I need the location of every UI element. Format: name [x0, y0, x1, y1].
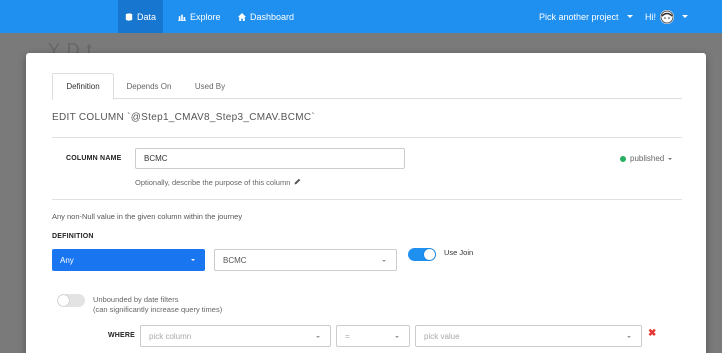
divider: [52, 137, 682, 138]
top-navbar: Data Explore Dashboard Pick another proj…: [0, 0, 722, 33]
where-value-select[interactable]: pick value: [415, 325, 642, 347]
column-name-input[interactable]: BCMC: [135, 148, 405, 169]
project-picker[interactable]: Pick another project: [532, 0, 640, 33]
where-label: WHERE: [108, 332, 136, 339]
nav-dashboard[interactable]: Dashboard: [231, 0, 301, 33]
status-dropdown[interactable]: published: [620, 154, 673, 163]
aggregate-select[interactable]: Any: [52, 249, 205, 271]
definition-column-value: BCMC: [223, 255, 247, 265]
definition-description: Any non-Null value in the given column w…: [52, 212, 243, 221]
where-operator-select[interactable]: =: [336, 325, 410, 347]
bar-chart-icon: [178, 14, 186, 21]
where-value-placeholder: pick value: [424, 331, 460, 341]
chevron-down-icon: [382, 260, 386, 262]
description-hint[interactable]: Optionally, describe the purpose of this…: [135, 178, 301, 187]
description-hint-text: Optionally, describe the purpose of this…: [135, 178, 291, 187]
unbounded-sublabel: (can significantly increase query times): [93, 305, 223, 314]
chevron-down-icon: [668, 157, 673, 160]
project-picker-label: Pick another project: [539, 11, 619, 22]
definition-column-select[interactable]: BCMC: [214, 249, 397, 271]
tab-definition[interactable]: Definition: [52, 73, 114, 100]
chevron-down-icon: [316, 336, 320, 338]
unbounded-label: Unbounded by date filters: [93, 295, 179, 304]
tab-bar: Definition Depends On Used By: [52, 73, 682, 100]
chevron-down-icon: [682, 15, 688, 18]
avatar-icon: [660, 9, 674, 24]
use-join-label: Use Join: [444, 248, 474, 257]
edit-column-title: EDIT COLUMN `@Step1_CMAV8_Step3_CMAV.BCM…: [52, 112, 316, 123]
column-name-label: COLUMN NAME: [66, 155, 122, 162]
tab-depends-on[interactable]: Depends On: [116, 73, 182, 99]
unbounded-toggle[interactable]: [57, 294, 85, 307]
toggle-knob: [58, 295, 69, 306]
nav-explore-label: Explore: [190, 11, 221, 22]
chevron-down-icon: [191, 259, 195, 261]
pencil-icon: [294, 178, 301, 187]
nav-explore[interactable]: Explore: [171, 0, 228, 33]
toggle-knob: [424, 249, 435, 260]
nav-data[interactable]: Data: [118, 0, 164, 33]
use-join-toggle[interactable]: [408, 248, 436, 261]
tab-used-by[interactable]: Used By: [182, 73, 238, 99]
status-dot-icon: [620, 155, 626, 162]
remove-condition-icon[interactable]: ✖: [648, 328, 656, 339]
chevron-down-icon: [627, 336, 631, 338]
home-icon: [238, 12, 246, 21]
edit-column-modal: Definition Depends On Used By EDIT COLUM…: [26, 53, 706, 353]
where-column-placeholder: pick column: [149, 331, 192, 341]
chevron-down-icon: [626, 15, 633, 18]
aggregate-select-value: Any: [60, 255, 74, 265]
where-operator-value: =: [345, 331, 350, 341]
chevron-down-icon: [395, 336, 399, 338]
where-column-select[interactable]: pick column: [140, 325, 331, 347]
definition-label: DEFINITION: [52, 233, 94, 240]
database-icon: [125, 12, 133, 21]
nav-data-label: Data: [137, 11, 157, 22]
user-greeting: Hi!: [645, 11, 656, 22]
nav-dashboard-label: Dashboard: [250, 11, 295, 22]
status-label: published: [630, 154, 665, 163]
user-menu[interactable]: Hi!: [638, 0, 695, 33]
divider: [52, 199, 682, 200]
